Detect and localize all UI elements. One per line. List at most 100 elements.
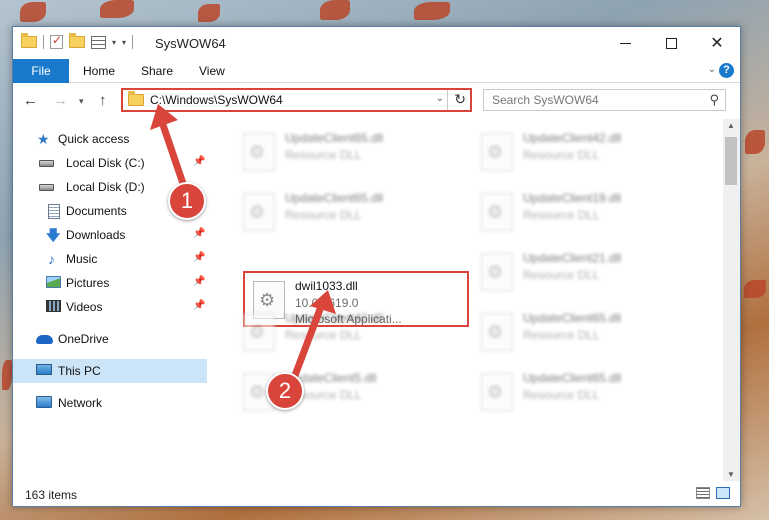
file-name: UpdateClient65.dll [285,191,384,205]
background-leaf [20,2,46,22]
file-tile[interactable]: UpdateClient65.dll Resource DLL [471,363,697,417]
dll-file-icon [481,313,513,351]
file-description: Resource DLL [523,388,600,402]
maximize-icon [665,37,677,49]
file-description: Resource DLL [523,148,600,162]
sidebar-item-videos[interactable]: Videos 📌 [13,295,207,319]
sidebar-item-label: Pictures [66,276,110,290]
toolbar-divider [132,35,134,49]
address-divider [447,90,448,110]
folder-icon [128,91,144,106]
file-name: UpdateClient65.dll [285,131,384,145]
sidebar-item-this-pc[interactable]: This PC [13,359,207,383]
pin-icon[interactable]: 📌 [193,252,205,263]
dll-file-icon [481,373,513,411]
item-count: 163 items [25,488,78,502]
sidebar-item-label: Videos [66,300,103,314]
sidebar-item-downloads[interactable]: 🡇 Downloads 📌 [13,223,207,247]
step-2-badge: 2 [266,372,304,410]
pin-icon[interactable]: 📌 [193,276,205,287]
tab-file[interactable]: File [13,59,69,83]
new-folder-icon[interactable] [69,33,85,48]
file-tile[interactable]: UpdateClient19.dll Resource DLL [471,183,697,237]
file-tile[interactable]: UpdateClient42.dll Resource DLL [233,303,459,357]
minimize-icon [619,42,631,44]
toolbar-divider [43,35,44,49]
recent-locations-icon[interactable]: ▾ [79,96,84,107]
up-arrow-icon[interactable]: ↑ [99,92,107,109]
customize-toolbar-icon[interactable]: ▾ [122,38,126,47]
background-leaf [414,2,450,20]
search-placeholder: Search SysWOW64 [492,93,599,107]
file-tile[interactable]: UpdateClient42.dll Resource DLL [471,123,697,177]
close-button[interactable]: ✕ [694,27,740,59]
scroll-down-icon[interactable]: ▼ [727,470,735,479]
minimize-button[interactable] [602,27,648,59]
dll-file-icon [243,133,275,171]
background-leaf [198,4,220,22]
file-tile[interactable]: UpdateClient21.dll Resource DLL [471,243,697,297]
properties-check-icon[interactable] [50,33,63,49]
sidebar-item-label: Music [66,252,98,266]
help-icon[interactable]: ? [719,63,734,78]
file-description: Resource DLL [523,328,600,342]
tiles-view-icon[interactable] [716,487,730,499]
onedrive-icon [36,332,53,346]
tab-home[interactable]: Home [69,59,129,83]
title-bar: ▾ ▾ SysWOW64 ✕ [13,27,740,59]
explorer-window: ▾ ▾ SysWOW64 ✕ File Home Share View ⌄ ? … [12,26,741,507]
ribbon-tabs: File Home Share View ⌄ ? [13,59,740,83]
file-description: Resource DLL [285,148,362,162]
disk-icon [39,156,55,170]
sidebar-item-label: Documents [66,204,127,218]
pc-icon [36,364,52,378]
forward-arrow-icon[interactable]: → [53,92,68,109]
pin-icon[interactable]: 📌 [193,228,205,239]
vertical-scrollbar[interactable]: ▲ ▼ [723,119,740,481]
search-icon[interactable]: ⚲ [709,92,719,108]
search-input[interactable]: Search SysWOW64 ⚲ [483,89,726,111]
sidebar-item-network[interactable]: Network [13,391,207,415]
window-title: SysWOW64 [155,36,226,51]
folder-icon[interactable] [21,33,37,48]
status-bar: 163 items [13,482,740,506]
file-name: UpdateClient65.dll [523,311,622,325]
file-tile[interactable]: UpdateClient65.dll Resource DLL [233,123,459,177]
music-icon: ♪ [48,251,55,267]
quick-access-toolbar: ▾ ▾ [21,33,134,49]
navigation-bar: ← → ▾ ↑ C:\Windows\SysWOW64 ⌄ ↻ Search S… [13,84,740,118]
chevron-down-icon[interactable]: ▾ [112,38,116,47]
file-description: Resource DLL [523,268,600,282]
pin-icon[interactable]: 📌 [193,300,205,311]
maximize-button[interactable] [648,27,694,59]
sidebar-item-label: Network [58,396,103,410]
file-name: UpdateClient19.dll [523,191,622,205]
customize-view-icon[interactable] [91,35,106,49]
file-tile[interactable]: UpdateClient65.dll Resource DLL [471,303,697,357]
dll-file-icon [481,133,513,171]
scrollbar-thumb[interactable] [725,137,737,185]
expand-ribbon-icon[interactable]: ⌄ [708,64,716,75]
sidebar-item-music[interactable]: ♪ Music 📌 [13,247,207,271]
step-1-badge: 1 [168,182,206,220]
sidebar-item-label: Local Disk (D:) [66,180,145,194]
file-tile[interactable]: UpdateClient65.dll Resource DLL [233,183,459,237]
background-leaf [100,0,134,18]
refresh-icon[interactable]: ↻ [454,91,466,108]
chevron-down-icon[interactable]: ⌄ [436,93,444,104]
star-icon: ★ [37,131,50,147]
details-view-icon[interactable] [696,487,710,499]
file-name: UpdateClient65.dll [523,371,622,385]
background-leaf [320,0,350,20]
document-icon [48,204,64,219]
dll-file-icon [481,253,513,291]
scroll-up-icon[interactable]: ▲ [727,121,735,130]
tab-view[interactable]: View [185,59,239,83]
tab-share[interactable]: Share [127,59,187,83]
dll-file-icon [243,313,275,351]
back-arrow-icon[interactable]: ← [23,92,38,109]
sidebar-item-onedrive[interactable]: OneDrive [13,327,207,351]
sidebar-item-pictures[interactable]: Pictures 📌 [13,271,207,295]
file-description: Resource DLL [523,208,600,222]
sidebar-item-label: OneDrive [58,332,109,346]
